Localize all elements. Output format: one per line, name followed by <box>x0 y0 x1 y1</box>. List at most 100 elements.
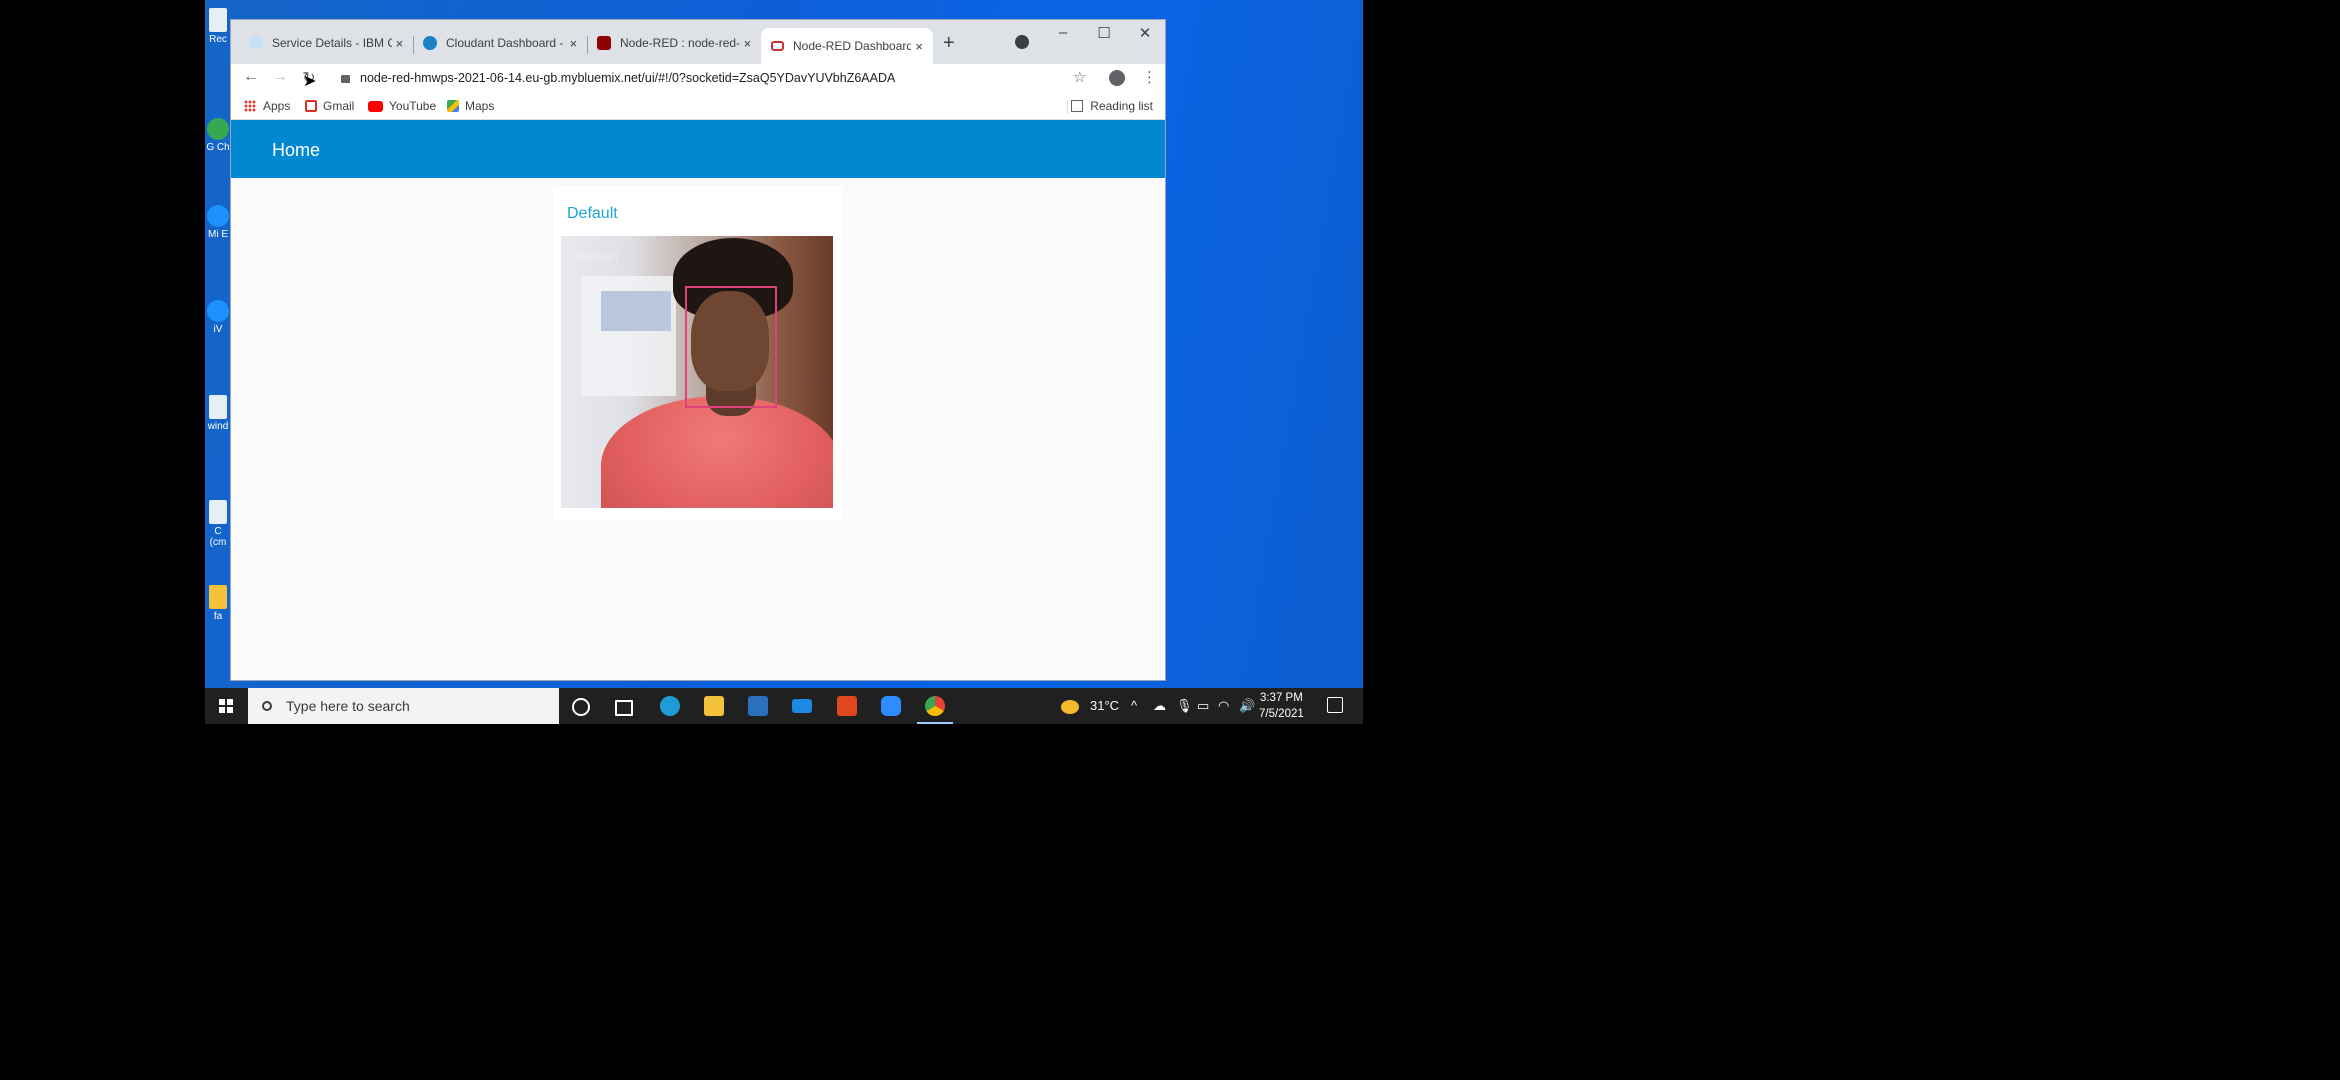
chevron-up-icon[interactable]: ^ <box>1131 698 1137 713</box>
apps-icon <box>244 100 256 112</box>
app-icon <box>207 300 229 322</box>
file-explorer-icon[interactable] <box>704 696 724 716</box>
wifi-icon[interactable]: ◠ <box>1218 698 1229 714</box>
tab-cloudant-dashboard[interactable]: Cloudant Dashboard - c × <box>413 28 587 58</box>
gmail-icon <box>305 100 317 112</box>
bookmark-gmail[interactable]: Gmail <box>305 99 354 113</box>
cloudant-icon <box>423 36 437 50</box>
desktop-icon-recycle-bin[interactable]: Rec <box>205 8 231 45</box>
desktop-icon-label: wind <box>207 421 229 432</box>
desktop-icon-label: G Ch <box>206 142 230 153</box>
active-app-indicator <box>917 722 953 724</box>
tab-node-red-editor[interactable]: Node-RED : node-red-h × <box>587 28 761 58</box>
weather-temperature[interactable]: 31°C <box>1090 698 1119 713</box>
bookmark-label: Apps <box>263 99 291 113</box>
reading-list-label: Reading list <box>1090 99 1153 113</box>
bookmark-youtube[interactable]: YouTube <box>368 99 436 113</box>
desktop-icon-cmd[interactable]: C (cm <box>205 500 231 548</box>
desktop-icon-windows[interactable]: wind <box>205 395 231 432</box>
close-tab-icon[interactable]: × <box>740 36 755 51</box>
close-tab-icon[interactable]: × <box>911 39 927 54</box>
windows-start-icon[interactable] <box>219 699 233 713</box>
desktop-icon-label: iV <box>213 324 223 335</box>
taskbar-search-box[interactable]: Type here to search <box>248 688 559 724</box>
address-url: node-red-hmwps-2021-06-14.eu-gb.mybluemi… <box>360 71 896 85</box>
office-icon[interactable] <box>837 696 857 716</box>
close-tab-icon[interactable]: × <box>566 36 581 51</box>
weather-icon[interactable] <box>1061 700 1079 714</box>
search-icon <box>262 701 272 711</box>
zoom-icon[interactable] <box>881 696 901 716</box>
node-red-dashboard-icon <box>771 41 784 51</box>
tab-service-details[interactable]: Service Details - IBM Cl × <box>239 28 413 58</box>
bookmark-maps[interactable]: Maps <box>447 99 494 113</box>
maps-icon <box>447 100 459 112</box>
browser-window: Service Details - IBM Cl × Cloudant Dash… <box>230 19 1166 681</box>
dashboard-header: Home <box>231 120 1165 178</box>
forward-button[interactable]: → <box>269 68 291 86</box>
desktop-icon-folder[interactable]: fa <box>205 585 231 622</box>
desktop-icon-label: C (cm <box>209 526 227 548</box>
lock-icon <box>341 75 350 83</box>
desktop-icon-label: Mi E <box>208 229 228 240</box>
close-tab-icon[interactable]: × <box>392 36 407 51</box>
desktop-icon-label: fa <box>213 611 223 622</box>
bookmark-apps[interactable]: Apps <box>244 99 290 113</box>
reading-list-icon <box>1071 100 1084 112</box>
cortana-icon[interactable] <box>572 698 590 716</box>
minimize-button[interactable]: – <box>1043 24 1083 41</box>
chrome-icon <box>207 118 229 140</box>
group-title: Default <box>567 205 618 222</box>
notification-center-icon[interactable] <box>1327 697 1343 713</box>
desktop-icon-label: Rec <box>209 34 227 45</box>
tab-title: Node-RED Dashboard <box>793 39 912 53</box>
bookmark-star-icon[interactable]: ☆ <box>1073 68 1086 86</box>
microphone-icon[interactable]: 🎙 <box>1176 698 1193 714</box>
bookmarks-divider <box>1067 100 1068 114</box>
browser-menu-icon[interactable]: ⋮ <box>1142 68 1157 86</box>
chrome-taskbar-icon[interactable] <box>925 696 945 716</box>
youtube-icon <box>368 100 383 112</box>
bookmark-label: YouTube <box>389 99 437 113</box>
task-view-icon[interactable] <box>615 700 633 716</box>
face-detection-box <box>685 286 777 408</box>
desktop-icon-chrome[interactable]: G Ch <box>205 118 231 153</box>
browser-toolbar: ← → ↻ node-red-hmwps-2021-06-14.eu-gb.my… <box>231 64 1165 94</box>
tab-title: Cloudant Dashboard - c <box>446 36 566 50</box>
new-tab-button[interactable]: + <box>943 32 955 55</box>
page-title: Home <box>272 140 321 160</box>
battery-icon[interactable]: ▭ <box>1197 698 1209 714</box>
dashboard-content: Default Webcam <box>231 178 1165 680</box>
tab-node-red-dashboard[interactable]: Node-RED Dashboard × <box>761 28 933 64</box>
volume-icon[interactable]: 🔊 <box>1239 698 1255 714</box>
tab-search-icon[interactable] <box>1015 35 1029 49</box>
tab-title: Node-RED : node-red-h <box>620 36 740 50</box>
node-red-icon <box>597 36 611 50</box>
maximize-button[interactable]: ☐ <box>1084 24 1124 42</box>
tab-title: Service Details - IBM Cl <box>272 36 392 50</box>
webcam-image: Webcam <box>561 236 833 508</box>
desktop-icon-edge[interactable]: Mi E <box>205 205 231 240</box>
edge-taskbar-icon[interactable] <box>660 696 680 716</box>
address-bar[interactable]: node-red-hmwps-2021-06-14.eu-gb.mybluemi… <box>331 64 1095 92</box>
folder-icon <box>209 585 227 609</box>
tab-strip: Service Details - IBM Cl × Cloudant Dash… <box>231 20 1165 64</box>
reading-list-button[interactable]: Reading list <box>1071 99 1153 113</box>
profile-avatar-icon[interactable] <box>1109 70 1125 86</box>
mail-icon[interactable] <box>792 699 812 713</box>
bookmarks-bar: Apps Gmail YouTube Maps Reading list <box>231 94 1165 120</box>
close-window-button[interactable]: ✕ <box>1125 24 1165 42</box>
clock-time: 3:37 PM <box>1259 692 1303 704</box>
desktop-icon-ivms[interactable]: iV <box>205 300 231 335</box>
dashboard-group-default: Default Webcam <box>553 186 843 521</box>
ibm-cloud-icon <box>249 36 263 50</box>
bookmark-label: Gmail <box>323 99 355 113</box>
search-placeholder: Type here to search <box>286 698 410 714</box>
system-clock[interactable]: 3:37 PM 7/5/2021 <box>1259 690 1304 722</box>
back-button[interactable]: ← <box>240 68 262 86</box>
app-icon <box>209 395 227 419</box>
onedrive-icon[interactable]: ☁ <box>1153 698 1166 714</box>
webcam-background <box>601 291 671 331</box>
edge-icon <box>207 205 229 227</box>
store-icon[interactable] <box>748 696 768 716</box>
